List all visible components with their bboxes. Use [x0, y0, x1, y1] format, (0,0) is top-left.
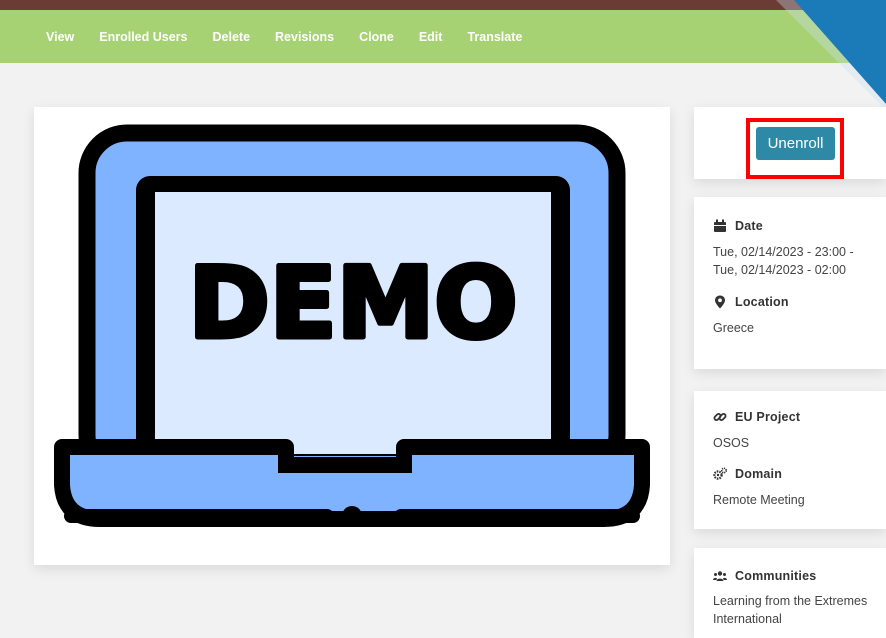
tab-translate[interactable]: Translate [467, 30, 522, 44]
location-heading: Location [713, 295, 789, 309]
tab-delete[interactable]: Delete [213, 30, 251, 44]
event-image-card: DEMO [34, 107, 670, 565]
calendar-icon [714, 219, 726, 232]
location-label: Location [735, 295, 789, 309]
domain-heading: Domain [713, 467, 782, 481]
date-label: Date [735, 219, 763, 233]
map-marker-icon [715, 295, 725, 309]
unenroll-button[interactable]: Unenroll [756, 127, 835, 160]
communities-card: Communities Learning from the Extremes I… [694, 548, 886, 638]
eu-project-label: EU Project [735, 410, 801, 424]
communities-label: Communities [735, 569, 817, 583]
tab-view[interactable]: View [46, 30, 74, 44]
enroll-card: Unenroll [694, 107, 886, 179]
domain-value: Remote Meeting [713, 493, 805, 507]
date-heading: Date [713, 219, 763, 233]
project-info-card: EU Project OSOS Domain Remote Meeting [694, 391, 886, 529]
tab-revisions[interactable]: Revisions [275, 30, 334, 44]
users-icon [713, 571, 727, 581]
tab-clone[interactable]: Clone [359, 30, 394, 44]
unenroll-highlight: Unenroll [746, 118, 844, 179]
corner-ribbon [776, 0, 886, 110]
date-value: Tue, 02/14/2023 - 23:00 - Tue, 02/14/202… [713, 243, 883, 279]
eu-project-value: OSOS [713, 436, 750, 450]
communities-heading: Communities [713, 569, 816, 583]
tab-edit[interactable]: Edit [419, 30, 443, 44]
communities-value: Learning from the Extremes International [713, 592, 883, 628]
top-strip [0, 0, 886, 10]
location-value: Greece [713, 321, 754, 335]
date-start: Tue, 02/14/2023 - 23:00 - [713, 245, 854, 259]
link-icon [713, 413, 727, 421]
tab-bar: View Enrolled Users Delete Revisions Clo… [0, 10, 886, 63]
community-line-2: International [713, 612, 782, 626]
cogs-icon [713, 467, 727, 480]
demo-laptop-image: DEMO [34, 124, 670, 565]
eu-project-heading: EU Project [713, 410, 800, 424]
demo-text: DEMO [188, 247, 517, 361]
domain-label: Domain [735, 467, 783, 481]
event-info-card: Date Tue, 02/14/2023 - 23:00 - Tue, 02/1… [694, 197, 886, 369]
tab-list: View Enrolled Users Delete Revisions Clo… [46, 30, 547, 44]
community-line-1: Learning from the Extremes [713, 594, 868, 608]
tab-enrolled-users[interactable]: Enrolled Users [99, 30, 187, 44]
date-end: Tue, 02/14/2023 - 02:00 [713, 263, 846, 277]
